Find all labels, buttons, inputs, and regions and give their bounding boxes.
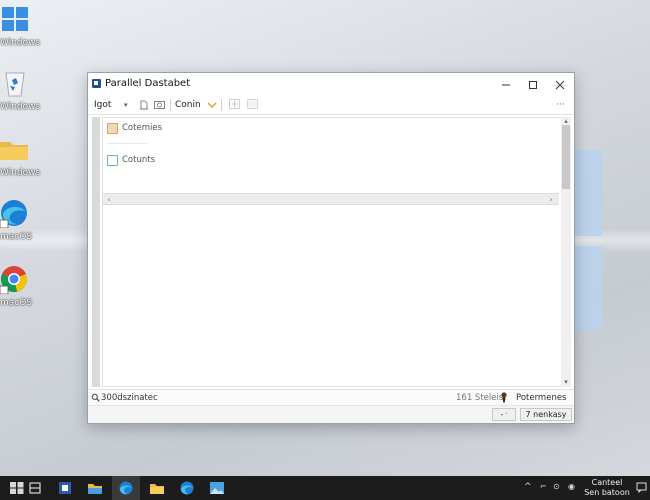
desktop-icon-chrome[interactable]: macOS xyxy=(0,264,40,320)
image-icon[interactable] xyxy=(154,100,165,110)
scroll-down-icon[interactable]: ▾ xyxy=(561,378,571,386)
toolbar-separator xyxy=(221,99,222,111)
status-count-text: 161 Steleis xyxy=(456,393,504,403)
desktop-icon-label: Windows xyxy=(0,102,41,112)
left-panel xyxy=(92,117,100,387)
dropdown-arrow-icon[interactable]: ▾ xyxy=(124,98,128,112)
tray-chevron-icon[interactable]: ^ xyxy=(524,482,532,492)
small-button[interactable]: - ˈ xyxy=(492,408,516,421)
file-explorer-icon[interactable] xyxy=(87,481,103,495)
close-icon xyxy=(555,80,565,89)
photos-icon[interactable] xyxy=(209,481,225,495)
close-button[interactable] xyxy=(546,73,574,95)
igot-button[interactable]: Igot xyxy=(94,98,111,112)
task-view-icon[interactable] xyxy=(27,481,43,495)
dropdown-marker-icon: ˈ xyxy=(505,412,508,419)
status-left-text: 300dszinatec xyxy=(101,393,158,403)
chrome-browser-icon xyxy=(0,266,28,294)
maximize-button[interactable] xyxy=(519,73,547,95)
more-options-button[interactable]: ··· xyxy=(556,98,565,112)
item-checkbox[interactable] xyxy=(107,155,118,166)
desktop-icon-label: Windows xyxy=(0,168,41,178)
item-color-swatch xyxy=(107,123,118,134)
desktop-icon-label: macOS xyxy=(0,232,33,242)
igot-label: Igot xyxy=(94,100,112,110)
toolbar: Igot ▾ Conin ··· xyxy=(88,95,574,115)
horizontal-scrollbar[interactable]: ‹ › xyxy=(103,193,559,205)
desktop-icon-windows[interactable]: Windows xyxy=(0,4,40,60)
divider xyxy=(107,143,147,144)
scroll-right-icon[interactable]: › xyxy=(545,194,557,205)
edge-taskbar-icon[interactable] xyxy=(118,481,134,495)
desktop-icon-label: macOS xyxy=(0,298,33,308)
window-title: Parallel Dastabet xyxy=(105,78,191,89)
recycle-bin-icon xyxy=(5,72,25,97)
folder-icon xyxy=(0,142,28,160)
scroll-left-icon[interactable]: ‹ xyxy=(103,194,115,205)
taskbar: ^ ⌐ ⊙ ◉ Canteel Sen batoon xyxy=(0,476,650,500)
taskbar-clock[interactable]: Canteel Sen batoon xyxy=(584,478,630,498)
app-window: Parallel Dastabet Igot ▾ Conin ··· Cotem… xyxy=(87,72,575,424)
parallel-app-icon[interactable] xyxy=(57,481,73,495)
notification-icon[interactable] xyxy=(636,482,647,493)
windows-logo-icon xyxy=(2,7,28,31)
minimize-icon xyxy=(502,84,510,85)
status-dropdown-icon[interactable]: - xyxy=(563,393,566,403)
desktop-icon-folder[interactable]: Windows xyxy=(0,134,40,190)
vertical-scrollbar[interactable]: ▴ ▾ xyxy=(561,117,571,387)
folder-taskbar-icon[interactable] xyxy=(149,481,165,495)
search-icon[interactable] xyxy=(91,393,100,402)
list-item-label: Cotemies xyxy=(122,123,162,133)
status-bar: 300dszinatec 161 Steleis Potermenes - xyxy=(88,389,574,405)
clock-line2: Sen batoon xyxy=(584,488,630,497)
toolbar-separator xyxy=(170,99,171,111)
title-bar[interactable]: Parallel Dastabet xyxy=(88,73,574,95)
scroll-up-icon[interactable]: ▴ xyxy=(561,117,571,125)
tray-settings-icon[interactable]: ⊙ xyxy=(553,482,560,491)
edge-browser-icon xyxy=(0,200,27,228)
scrollbar-thumb[interactable] xyxy=(562,125,570,189)
start-windows-icon[interactable] xyxy=(9,481,25,495)
button-bar: - ˈ 7 nenkasy xyxy=(88,405,574,423)
app-icon xyxy=(92,79,101,88)
conin-label: Conin xyxy=(175,100,201,110)
conin-button[interactable]: Conin xyxy=(175,98,201,112)
document-icon[interactable] xyxy=(139,100,149,110)
clock-line1: Canteel xyxy=(591,478,623,487)
main-action-button[interactable]: 7 nenkasy xyxy=(520,408,572,421)
status-right-text: Potermenes xyxy=(516,393,567,403)
blank-box-icon[interactable] xyxy=(247,99,258,109)
minimize-button[interactable] xyxy=(492,73,520,95)
wallpaper-windows-logo xyxy=(572,150,604,330)
desktop-icon-recycle-bin[interactable]: Windows xyxy=(0,68,40,124)
maximize-icon xyxy=(529,80,537,89)
edge-taskbar-icon-2[interactable] xyxy=(179,481,195,495)
list-item-label: Cotunts xyxy=(122,155,156,165)
plus-box-icon[interactable] xyxy=(229,99,240,109)
tray-network-icon[interactable]: ⌐ xyxy=(540,482,547,491)
main-action-label: 7 nenkasy xyxy=(525,410,567,419)
tray-eye-icon[interactable]: ◉ xyxy=(568,482,575,491)
desktop-icon-label: Windows xyxy=(0,38,41,48)
chevron-orange-icon[interactable] xyxy=(207,101,217,109)
small-button-label: - xyxy=(500,410,504,419)
list-view: Cotemies Cotunts ‹ › xyxy=(102,117,562,387)
person-icon xyxy=(501,392,507,403)
desktop-icon-edge[interactable]: macOS xyxy=(0,198,40,254)
